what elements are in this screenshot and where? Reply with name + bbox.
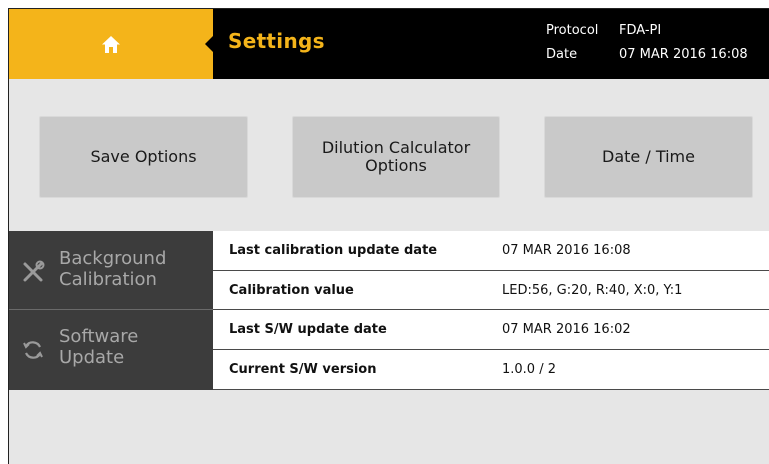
row-value: 1.0.0 / 2 [502, 362, 556, 377]
info-table: Last calibration update date 07 MAR 2016… [213, 231, 769, 390]
home-pointer-arrow [205, 36, 213, 52]
dilution-label-line2: Options [365, 156, 427, 175]
sidebar-label-line1: Software [59, 326, 139, 347]
row-label: Last S/W update date [229, 322, 387, 337]
row-value: 07 MAR 2016 16:08 [502, 243, 631, 258]
table-row: Last calibration update date 07 MAR 2016… [213, 231, 769, 271]
wrench-screwdriver-icon [23, 260, 45, 282]
sidebar-item-background-calibration[interactable]: Background Calibration [9, 231, 213, 310]
date-time-label: Date / Time [602, 147, 695, 166]
save-options-label: Save Options [90, 147, 197, 166]
sidebar-label-line2: Calibration [59, 269, 157, 290]
table-row: Calibration value LED:56, G:20, R:40, X:… [213, 271, 769, 310]
table-row: Last S/W update date 07 MAR 2016 16:02 [213, 310, 769, 350]
sidebar-label-line1: Background [59, 248, 167, 269]
sidebar-item-software-update[interactable]: Software Update [9, 311, 213, 390]
page-title: Settings [228, 29, 325, 53]
row-label: Calibration value [229, 283, 354, 298]
dilution-label-line1: Dilution Calculator [321, 138, 471, 157]
settings-screen: Settings Protocol FDA-PI Date 07 MAR 201… [8, 8, 769, 464]
row-label: Current S/W version [229, 362, 377, 377]
table-row: Current S/W version 1.0.0 / 2 [213, 350, 769, 390]
home-icon [102, 35, 120, 53]
row-value: 07 MAR 2016 16:02 [502, 322, 631, 337]
settings-sidebar: Background Calibration Software Update [9, 231, 213, 390]
home-button[interactable] [9, 9, 213, 79]
date-value: 07 MAR 2016 16:08 [619, 47, 748, 62]
refresh-icon [23, 341, 43, 359]
dilution-calculator-options-button[interactable]: Dilution Calculator Options [292, 116, 500, 198]
date-time-button[interactable]: Date / Time [544, 116, 753, 198]
date-label: Date [546, 47, 578, 62]
header-bar: Settings Protocol FDA-PI Date 07 MAR 201… [9, 9, 769, 79]
protocol-value: FDA-PI [619, 23, 662, 38]
row-label: Last calibration update date [229, 243, 438, 258]
save-options-button[interactable]: Save Options [39, 116, 248, 198]
protocol-label: Protocol [546, 23, 599, 38]
sidebar-label-line2: Update [59, 347, 125, 368]
row-value: LED:56, G:20, R:40, X:0, Y:1 [502, 283, 683, 298]
